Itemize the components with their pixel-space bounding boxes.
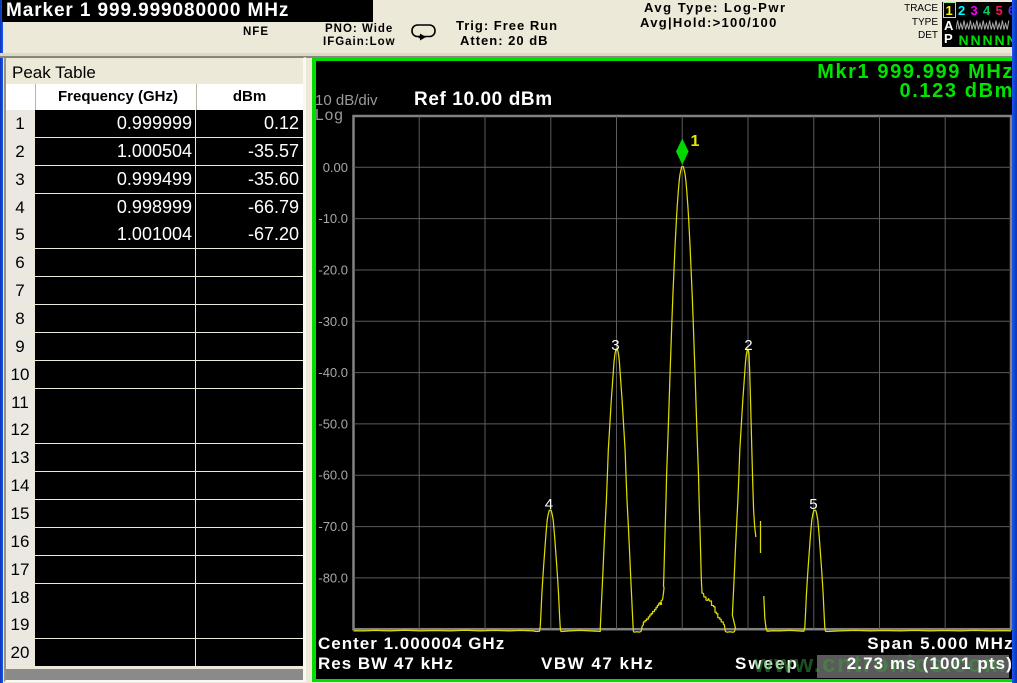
svg-text:-60.0: -60.0 xyxy=(318,468,348,483)
svg-text:-50.0: -50.0 xyxy=(318,416,348,431)
svg-text:-40.0: -40.0 xyxy=(318,365,348,380)
svg-text:4: 4 xyxy=(545,496,553,513)
svg-text:-80.0: -80.0 xyxy=(318,570,348,585)
svg-text:2: 2 xyxy=(744,337,752,354)
svg-text:-70.0: -70.0 xyxy=(318,519,348,534)
svg-text:1: 1 xyxy=(691,133,700,150)
svg-text:0.00: 0.00 xyxy=(323,160,348,175)
svg-text:5: 5 xyxy=(809,496,817,513)
svg-text:-30.0: -30.0 xyxy=(318,314,348,329)
svg-text:-10.0: -10.0 xyxy=(318,211,348,226)
svg-text:3: 3 xyxy=(611,337,619,354)
svg-text:-20.0: -20.0 xyxy=(318,263,348,278)
